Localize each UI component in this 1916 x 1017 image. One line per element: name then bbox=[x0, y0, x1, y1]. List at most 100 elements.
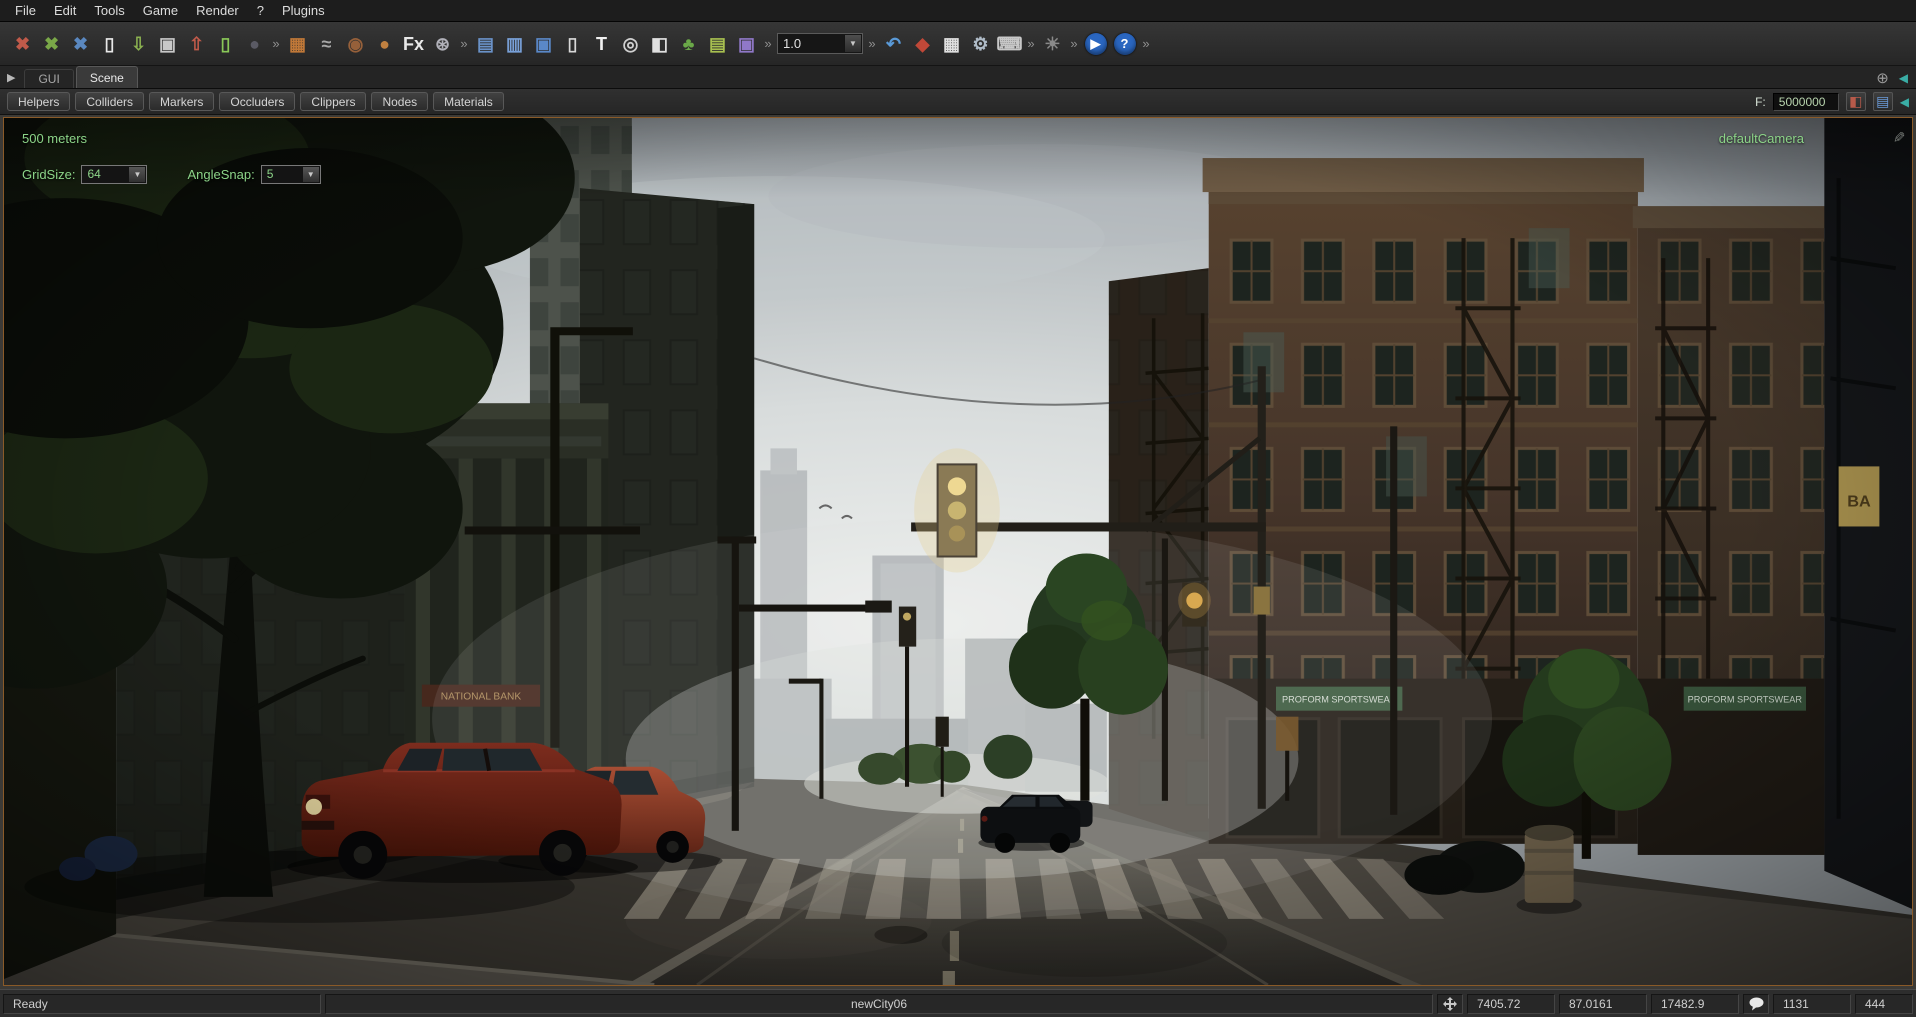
anglesnap-dropdown-button[interactable]: ▼ bbox=[302, 167, 319, 182]
pin-icon[interactable]: ◉ bbox=[341, 29, 370, 58]
menu-tools[interactable]: Tools bbox=[85, 1, 133, 20]
tabbar-right-tools: ⊕ ◀ bbox=[1876, 69, 1908, 87]
vegetation-icon[interactable]: ♣ bbox=[674, 29, 703, 58]
play-icon[interactable]: ▶ bbox=[1081, 29, 1110, 58]
export-icon[interactable]: ⇧ bbox=[182, 29, 211, 58]
move-icon bbox=[1437, 994, 1463, 1014]
save-icon[interactable]: ▣ bbox=[153, 29, 182, 58]
toolbar-icons-left: ✖ ✖ ✖ ▯ ⇩ ▣ bbox=[8, 29, 775, 58]
monitor-icon[interactable]: ▤ bbox=[1873, 92, 1893, 111]
filter-markers-button[interactable]: Markers bbox=[149, 92, 214, 111]
chat-icon bbox=[1743, 994, 1769, 1014]
toolbar-icons-right: » ↶ ◆ ▦ ⚙ ⌨ bbox=[865, 29, 1153, 58]
filter-helpers-button[interactable]: Helpers bbox=[7, 92, 70, 111]
tool-red-icon[interactable]: ◆ bbox=[908, 29, 937, 58]
status-count-1: 1131 bbox=[1773, 994, 1851, 1014]
menu-help[interactable]: ? bbox=[248, 1, 273, 20]
fx-icon[interactable]: Fx bbox=[399, 29, 428, 58]
group-separator: » bbox=[865, 29, 879, 58]
collapse-filter-icon[interactable]: ◀ bbox=[1900, 95, 1909, 109]
gridsize-value: 64 bbox=[87, 167, 100, 181]
wheel-icon[interactable]: ⊛ bbox=[428, 29, 457, 58]
text-tool-icon[interactable]: T bbox=[587, 29, 616, 58]
curve-icon[interactable]: ≈ bbox=[312, 29, 341, 58]
snapshot-icon[interactable]: ◧ bbox=[1846, 92, 1866, 111]
viewport-pencil-icon[interactable]: ✎ bbox=[1890, 131, 1908, 144]
globe-icon[interactable]: ⊕ bbox=[1876, 69, 1889, 87]
run-arrow-icon[interactable]: ▶ bbox=[7, 71, 15, 84]
tab-gui[interactable]: GUI bbox=[24, 69, 73, 88]
tab-scene[interactable]: Scene bbox=[76, 66, 138, 88]
import-icon[interactable]: ⇩ bbox=[124, 29, 153, 58]
help-icon[interactable]: ? bbox=[1110, 29, 1139, 58]
contrast-icon[interactable]: ◧ bbox=[645, 29, 674, 58]
gridsize-dropdown[interactable]: 64 ▼ bbox=[81, 165, 147, 184]
project-green-icon[interactable]: ✖ bbox=[37, 29, 66, 58]
menu-game[interactable]: Game bbox=[134, 1, 187, 20]
3d-viewport[interactable]: NATIONAL BANK bbox=[3, 117, 1913, 986]
group-separator: » bbox=[1067, 29, 1081, 58]
project-red-icon[interactable]: ✖ bbox=[8, 29, 37, 58]
group-separator: » bbox=[761, 29, 775, 58]
camera-name-label: defaultCamera bbox=[1719, 131, 1804, 146]
scale-dropdown-button[interactable]: ▼ bbox=[844, 35, 861, 52]
filterbar: Helpers Colliders Markers Occluders Clip… bbox=[0, 89, 1916, 115]
status-ready: Ready bbox=[3, 994, 321, 1014]
anglesnap-label: AngleSnap: bbox=[187, 167, 254, 182]
group-separator: » bbox=[457, 29, 471, 58]
anglesnap-dropdown[interactable]: 5 ▼ bbox=[261, 165, 321, 184]
filter-right-tools: F: 5000000 ◧ ▤ ◀ bbox=[1755, 92, 1909, 111]
filter-colliders-button[interactable]: Colliders bbox=[75, 92, 144, 111]
filter-clippers-button[interactable]: Clippers bbox=[300, 92, 366, 111]
viewport-frame: NATIONAL BANK bbox=[0, 115, 1916, 989]
f-value-field[interactable]: 5000000 bbox=[1773, 93, 1839, 111]
window-blue-icon[interactable]: ▥ bbox=[500, 29, 529, 58]
menu-edit[interactable]: Edit bbox=[45, 1, 85, 20]
record-icon[interactable]: ◎ bbox=[616, 29, 645, 58]
anglesnap-value: 5 bbox=[267, 167, 274, 181]
status-coord-x: 7405.72 bbox=[1467, 994, 1555, 1014]
filter-materials-button[interactable]: Materials bbox=[433, 92, 504, 111]
menu-file[interactable]: File bbox=[6, 1, 45, 20]
collapse-tabs-icon[interactable]: ◀ bbox=[1899, 71, 1908, 85]
undo-icon[interactable]: ↶ bbox=[879, 29, 908, 58]
new-document-icon[interactable]: ▯ bbox=[95, 29, 124, 58]
menu-plugins[interactable]: Plugins bbox=[273, 1, 334, 20]
status-count-2: 444 bbox=[1855, 994, 1913, 1014]
save-layout-icon[interactable]: ▣ bbox=[529, 29, 558, 58]
group-separator: » bbox=[1024, 29, 1038, 58]
planet-icon[interactable]: ● bbox=[370, 29, 399, 58]
keyboard-icon[interactable]: ⌨ bbox=[995, 29, 1024, 58]
status-scene-name: newCity06 bbox=[325, 994, 1433, 1014]
filter-buttons: Helpers Colliders Markers Occluders Clip… bbox=[7, 92, 509, 111]
grid-icon[interactable]: ▦ bbox=[937, 29, 966, 58]
project-blue-icon[interactable]: ✖ bbox=[66, 29, 95, 58]
statusbar: Ready newCity06 7405.72 87.0161 17482.9 … bbox=[0, 989, 1916, 1017]
cube-icon[interactable]: ▦ bbox=[283, 29, 312, 58]
add-asset-icon[interactable]: ▯ bbox=[211, 29, 240, 58]
toolbar: ✖ ✖ ✖ ▯ ⇩ ▣ bbox=[0, 22, 1916, 66]
settings-dim-icon[interactable]: ☀ bbox=[1038, 29, 1067, 58]
f-label: F: bbox=[1755, 95, 1766, 109]
status-coord-z: 17482.9 bbox=[1651, 994, 1739, 1014]
script-icon[interactable]: ▯ bbox=[558, 29, 587, 58]
gear-icon[interactable]: ⚙ bbox=[966, 29, 995, 58]
scale-dropdown[interactable]: 1.0 ▼ bbox=[777, 33, 863, 54]
view-distance-label: 500 meters bbox=[22, 131, 87, 146]
render-sphere-icon[interactable]: ● bbox=[240, 29, 269, 58]
group-separator: » bbox=[269, 29, 283, 58]
gridsize-dropdown-button[interactable]: ▼ bbox=[128, 167, 145, 182]
scale-value: 1.0 bbox=[783, 36, 801, 51]
gridsize-label: GridSize: bbox=[22, 167, 75, 182]
panel-blue-icon[interactable]: ▤ bbox=[471, 29, 500, 58]
notes-icon[interactable]: ▤ bbox=[703, 29, 732, 58]
status-coord-y: 87.0161 bbox=[1559, 994, 1647, 1014]
filter-occluders-button[interactable]: Occluders bbox=[219, 92, 295, 111]
group-separator: » bbox=[1139, 29, 1153, 58]
menubar: File Edit Tools Game Render ? Plugins bbox=[0, 0, 1916, 22]
window-purple-icon[interactable]: ▣ bbox=[732, 29, 761, 58]
filter-nodes-button[interactable]: Nodes bbox=[371, 92, 428, 111]
editor-window: File Edit Tools Game Render ? Plugins ✖ … bbox=[0, 0, 1916, 1017]
tabbar: ▶ GUI Scene ⊕ ◀ bbox=[0, 66, 1916, 89]
menu-render[interactable]: Render bbox=[187, 1, 248, 20]
